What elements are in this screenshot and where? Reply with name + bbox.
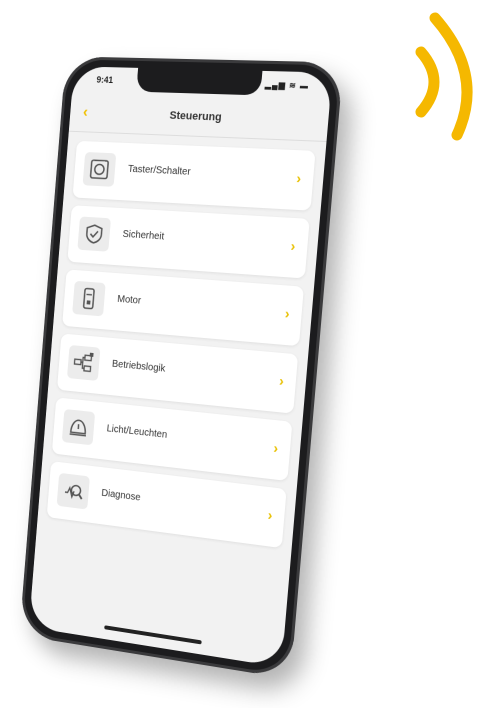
settings-menu: Taster/Schalter › Sicherheit › Motor › bbox=[46, 141, 316, 556]
shield-check-icon bbox=[77, 216, 111, 251]
logic-icon bbox=[67, 345, 100, 381]
wireless-signal-icon bbox=[395, 0, 479, 150]
switch-icon bbox=[83, 152, 117, 187]
page-title: Steuerung bbox=[70, 106, 329, 127]
home-indicator[interactable] bbox=[104, 625, 202, 644]
lamp-icon bbox=[62, 409, 95, 445]
menu-item-motor[interactable]: Motor › bbox=[62, 269, 304, 346]
chevron-right-icon: › bbox=[267, 506, 273, 523]
menu-item-label: Taster/Schalter bbox=[128, 164, 191, 178]
phone-body: 9:41 ▂▄▆ ≋ ▬ ‹ Steuerung Taster/Schalter… bbox=[19, 56, 343, 679]
status-indicators-icon: ▂▄▆ ≋ ▬ bbox=[265, 80, 310, 90]
signal-arc-outer bbox=[435, 18, 467, 135]
menu-item-label: Licht/Leuchten bbox=[106, 423, 167, 440]
chevron-right-icon: › bbox=[296, 170, 302, 187]
menu-item-taster-schalter[interactable]: Taster/Schalter › bbox=[73, 141, 316, 211]
chevron-right-icon: › bbox=[290, 237, 296, 254]
diagnose-icon bbox=[57, 473, 90, 510]
phone-screen: 9:41 ▂▄▆ ≋ ▬ ‹ Steuerung Taster/Schalter… bbox=[29, 66, 333, 667]
chevron-right-icon: › bbox=[284, 305, 290, 322]
menu-item-label: Betriebslogik bbox=[112, 359, 166, 375]
status-time: 9:41 bbox=[96, 75, 113, 85]
menu-item-label: Motor bbox=[117, 294, 142, 307]
signal-arc-inner bbox=[421, 52, 434, 112]
chevron-right-icon: › bbox=[273, 439, 279, 456]
motor-icon bbox=[72, 281, 106, 317]
chevron-right-icon: › bbox=[279, 372, 285, 389]
menu-item-sicherheit[interactable]: Sicherheit › bbox=[67, 205, 309, 278]
nav-bar: ‹ Steuerung bbox=[69, 96, 330, 142]
phone-mockup: 9:41 ▂▄▆ ≋ ▬ ‹ Steuerung Taster/Schalter… bbox=[0, 36, 397, 708]
menu-item-label: Diagnose bbox=[101, 488, 141, 504]
menu-item-label: Sicherheit bbox=[122, 229, 164, 243]
